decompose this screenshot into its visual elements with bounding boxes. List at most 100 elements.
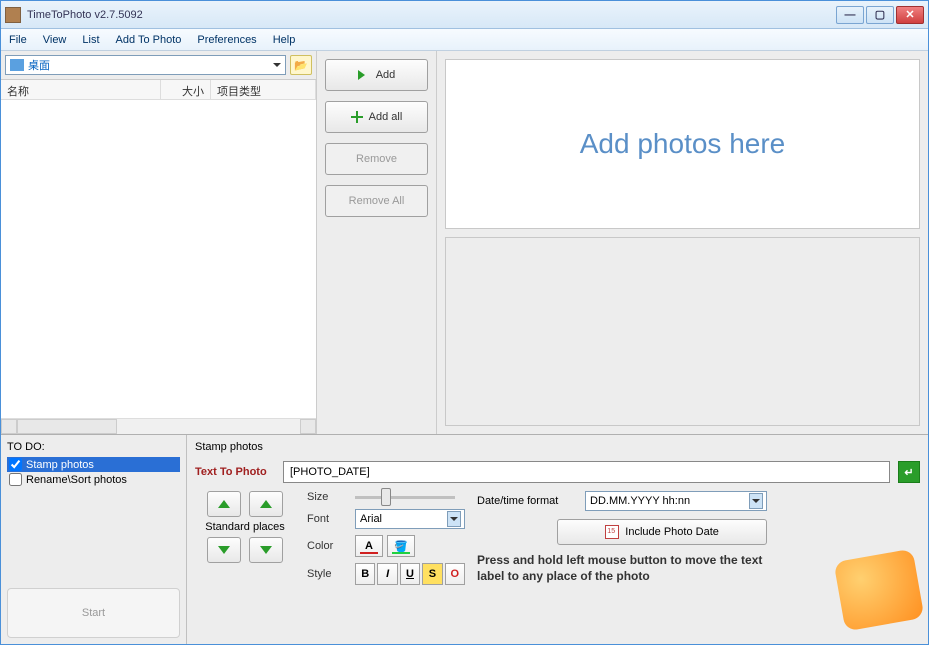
add-all-button[interactable]: Add all: [325, 101, 428, 133]
triangle-down-icon: [260, 546, 272, 560]
slider-thumb[interactable]: [381, 488, 391, 506]
remove-all-button[interactable]: Remove All: [325, 185, 428, 217]
menu-help[interactable]: Help: [273, 34, 296, 46]
todo-rename-photos[interactable]: Rename\Sort photos: [7, 472, 180, 487]
remove-label: Remove: [356, 153, 397, 165]
menubar: File View List Add To Photo Preferences …: [1, 29, 928, 51]
place-down-right-button[interactable]: [249, 537, 283, 563]
h-scrollbar[interactable]: [1, 418, 316, 434]
remove-all-label: Remove All: [349, 195, 405, 207]
add-all-label: Add all: [369, 111, 403, 123]
style-label: Style: [307, 568, 347, 580]
menu-list[interactable]: List: [82, 34, 99, 46]
file-browser-panel: 桌面 📂 名称 大小 项目类型: [1, 51, 317, 434]
path-combo[interactable]: 桌面: [5, 55, 286, 75]
include-photo-date-button[interactable]: Include Photo Date: [557, 519, 767, 545]
color-swatch: [360, 552, 378, 554]
place-down-left-button[interactable]: [207, 537, 241, 563]
outline-button[interactable]: O: [445, 563, 465, 585]
scroll-thumb[interactable]: [17, 419, 117, 434]
strike-button[interactable]: S: [422, 563, 442, 585]
scroll-left-button[interactable]: [1, 419, 17, 434]
datetime-format-label: Date/time format: [477, 495, 577, 507]
triangle-down-icon: [218, 546, 230, 560]
window-title: TimeToPhoto v2.7.5092: [27, 9, 834, 21]
rename-checkbox[interactable]: [9, 473, 22, 486]
col-type[interactable]: 项目类型: [211, 80, 316, 99]
start-button[interactable]: Start: [7, 588, 180, 638]
app-icon: [5, 7, 21, 23]
font-label: Font: [307, 513, 347, 525]
chevron-down-icon: [447, 511, 461, 527]
go-up-button[interactable]: 📂: [290, 55, 312, 75]
menu-file[interactable]: File: [9, 34, 27, 46]
column-headers: 名称 大小 项目类型: [1, 80, 316, 100]
maximize-button[interactable]: ▢: [866, 6, 894, 24]
action-panel: Add Add all Remove Remove All: [317, 51, 437, 434]
apply-text-button[interactable]: ↵: [898, 461, 920, 483]
preview-panel: Add photos here: [437, 51, 928, 434]
triangle-up-icon: [260, 494, 272, 508]
stamp-title: Stamp photos: [195, 441, 920, 453]
datetime-format-combo[interactable]: DD.MM.YYYY hh:nn: [585, 491, 767, 511]
datetime-value: DD.MM.YYYY hh:nn: [590, 495, 690, 507]
minimize-button[interactable]: —: [836, 6, 864, 24]
standard-places-label: Standard places: [195, 521, 295, 533]
stamp-panel: Stamp photos Text To Photo [PHOTO_DATE] …: [187, 435, 928, 644]
menu-preferences[interactable]: Preferences: [197, 34, 256, 46]
drop-hint: Add photos here: [580, 128, 786, 160]
size-slider[interactable]: [355, 496, 465, 499]
font-value: Arial: [360, 513, 382, 525]
folder-up-icon: 📂: [294, 59, 308, 72]
color-swatch: [392, 552, 410, 554]
chevron-down-icon: [273, 63, 281, 71]
todo-title: TO DO:: [7, 441, 180, 453]
hint-text: Press and hold left mouse button to move…: [477, 553, 767, 584]
col-size[interactable]: 大小: [161, 80, 211, 99]
bg-color-button[interactable]: 🪣: [387, 535, 415, 557]
file-list[interactable]: [1, 100, 316, 418]
place-up-right-button[interactable]: [249, 491, 283, 517]
stamp-checkbox[interactable]: [9, 458, 22, 471]
scroll-right-button[interactable]: [300, 419, 316, 434]
arrow-right-icon: [358, 70, 370, 80]
todo-stamp-photos[interactable]: Stamp photos: [7, 457, 180, 472]
preview-area[interactable]: [445, 237, 920, 426]
text-to-photo-input[interactable]: [PHOTO_DATE]: [283, 461, 890, 483]
close-button[interactable]: ✕: [896, 6, 924, 24]
menu-view[interactable]: View: [43, 34, 67, 46]
titlebar: TimeToPhoto v2.7.5092 — ▢ ✕: [1, 1, 928, 29]
italic-button[interactable]: I: [377, 563, 397, 585]
path-value: 桌面: [28, 57, 50, 73]
col-name[interactable]: 名称: [1, 80, 161, 99]
plus-icon: [351, 111, 363, 123]
calendar-icon: [605, 525, 619, 539]
text-to-photo-label: Text To Photo: [195, 466, 275, 478]
place-up-left-button[interactable]: [207, 491, 241, 517]
start-label: Start: [82, 607, 105, 619]
enter-icon: ↵: [904, 466, 913, 479]
todo-panel: TO DO: Stamp photos Rename\Sort photos S…: [1, 435, 187, 644]
add-button[interactable]: Add: [325, 59, 428, 91]
bold-button[interactable]: B: [355, 563, 375, 585]
include-label: Include Photo Date: [625, 526, 719, 538]
photo-drop-area[interactable]: Add photos here: [445, 59, 920, 229]
remove-button[interactable]: Remove: [325, 143, 428, 175]
folder-icon: [10, 59, 24, 71]
font-color-button[interactable]: A: [355, 535, 383, 557]
app-logo-art: [834, 550, 924, 640]
chevron-down-icon: [749, 493, 763, 509]
standard-places: Standard places: [195, 491, 295, 585]
bucket-icon: 🪣: [394, 540, 408, 553]
stamp-label: Stamp photos: [26, 459, 94, 471]
triangle-up-icon: [218, 494, 230, 508]
text-value: [PHOTO_DATE]: [290, 466, 370, 478]
underline-button[interactable]: U: [400, 563, 420, 585]
menu-add-to-photo[interactable]: Add To Photo: [116, 34, 182, 46]
size-label: Size: [307, 491, 347, 503]
color-label: Color: [307, 540, 347, 552]
add-label: Add: [376, 69, 396, 81]
rename-label: Rename\Sort photos: [26, 474, 127, 486]
datetime-section: Date/time format DD.MM.YYYY hh:nn Includ…: [477, 491, 767, 585]
font-combo[interactable]: Arial: [355, 509, 465, 529]
